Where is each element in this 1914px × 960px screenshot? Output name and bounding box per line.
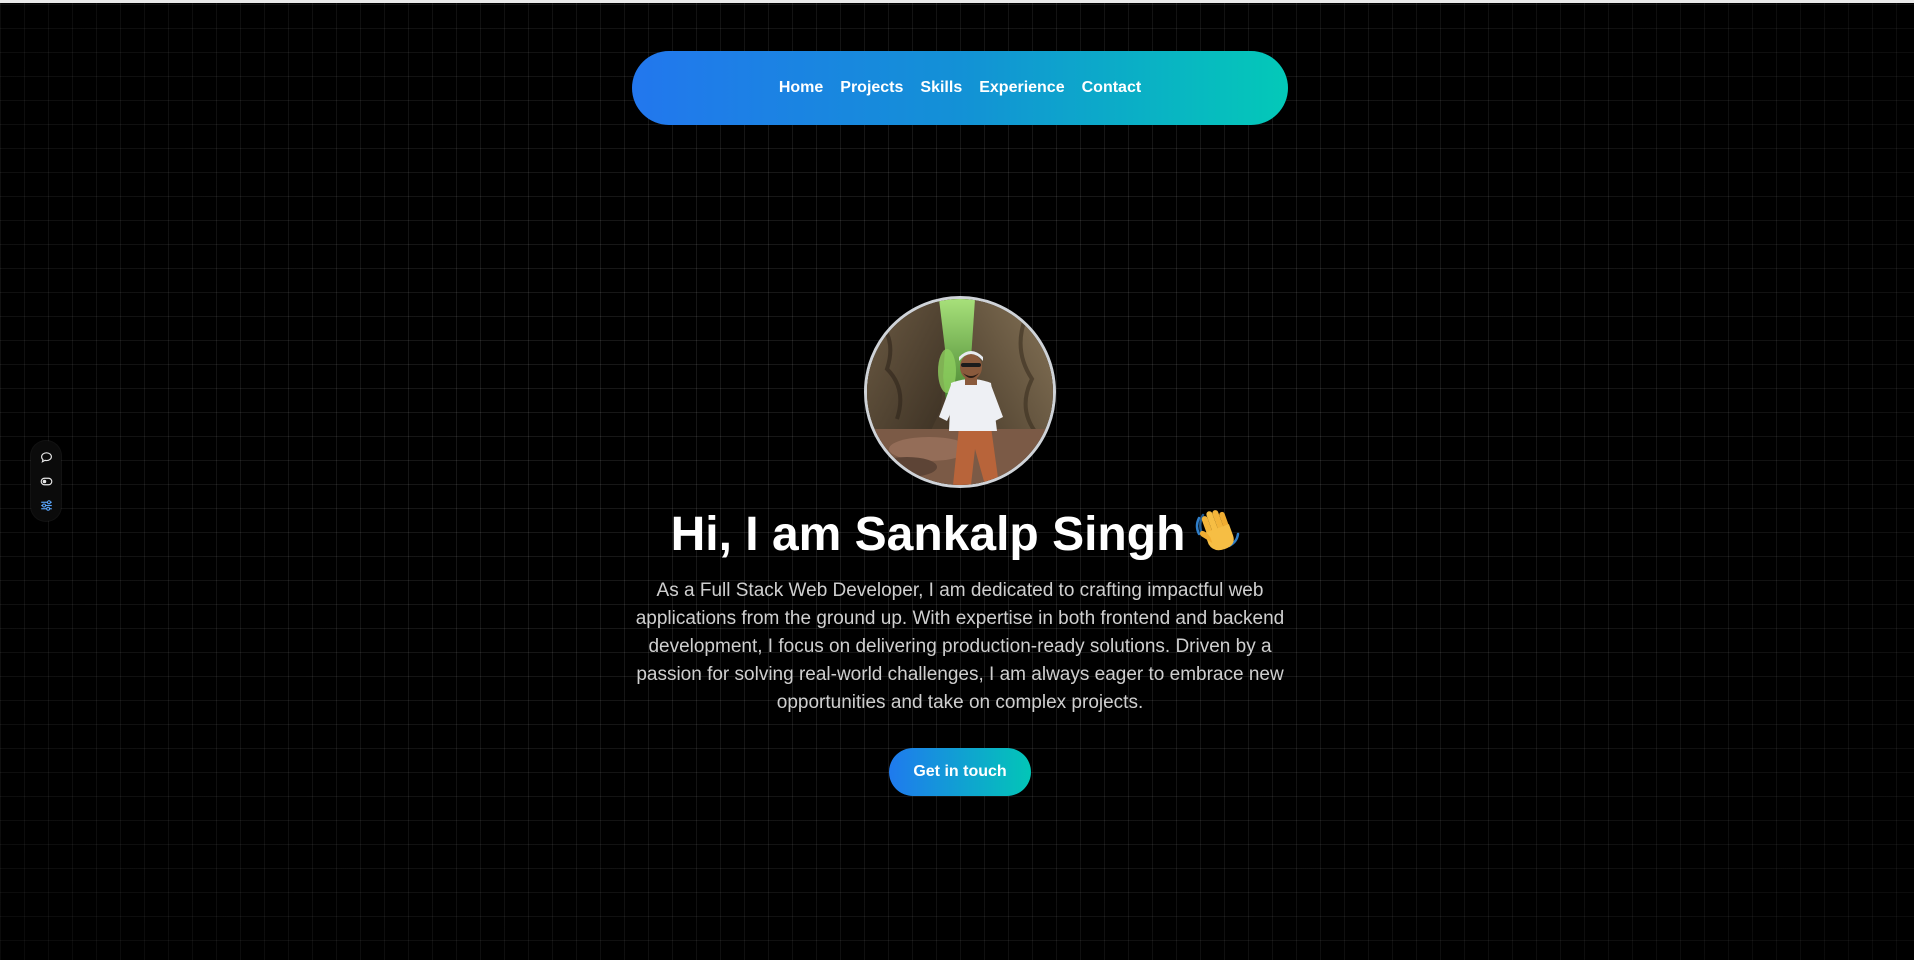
toggle-icon[interactable] [38,473,54,489]
nav-link-skills[interactable]: Skills [920,79,962,97]
waving-hand-icon [1191,504,1243,556]
page-background: Home Projects Skills Experience Contact [0,0,1914,960]
get-in-touch-button[interactable]: Get in touch [889,748,1031,796]
hero-bio: As a Full Stack Web Developer, I am dedi… [635,580,1285,713]
top-border [0,0,1914,3]
nav-link-projects[interactable]: Projects [840,79,903,97]
nav-link-experience[interactable]: Experience [979,79,1064,97]
nav-link-home[interactable]: Home [779,79,823,97]
profile-photo [864,296,1056,488]
hero-headline-text: Hi, I am Sankalp Singh [670,508,1186,561]
nav-bar: Home Projects Skills Experience Contact [632,51,1288,125]
nav-link-contact[interactable]: Contact [1082,79,1142,97]
chat-icon[interactable] [38,449,54,465]
hero-headline: Hi, I am Sankalp Singh [0,504,1914,565]
